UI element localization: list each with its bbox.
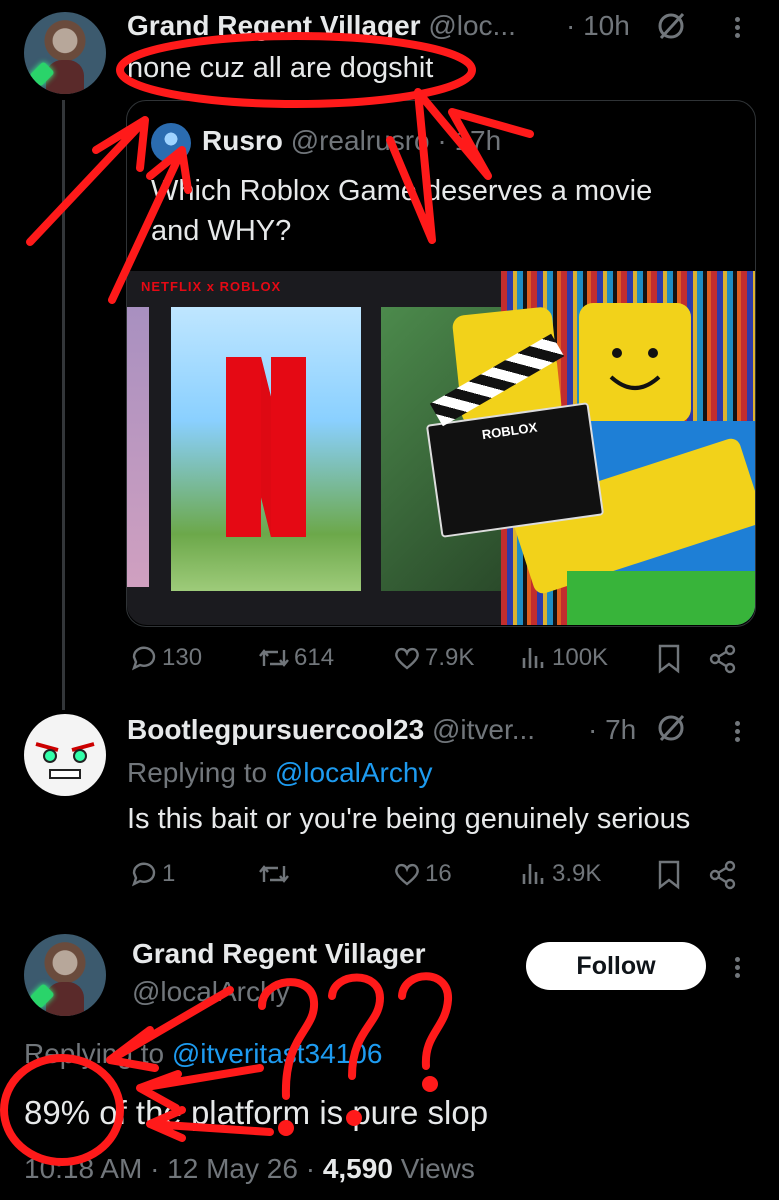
clapperboard: ROBLOX <box>425 402 605 538</box>
views-icon[interactable] <box>520 860 548 888</box>
like-icon[interactable] <box>393 860 421 888</box>
more-icon[interactable] <box>735 14 741 41</box>
views-label: Views <box>400 1153 475 1184</box>
tweet-text: Is this bait or you're being genuinely s… <box>127 803 691 835</box>
tweet-time[interactable]: · 7h <box>588 714 636 746</box>
tweet-time[interactable]: · 17h <box>437 125 501 156</box>
views-count: 4,590 <box>322 1153 393 1184</box>
repost-count[interactable]: 614 <box>294 644 334 672</box>
reply-count[interactable]: 1 <box>162 860 175 888</box>
views-icon[interactable] <box>520 644 548 672</box>
replying-to-link[interactable]: @localArchy <box>275 757 433 788</box>
reply-icon[interactable] <box>130 644 158 672</box>
quote-text-line-1: Which Roblox Game deserves a movie <box>151 175 653 207</box>
reply-count[interactable]: 130 <box>162 644 202 672</box>
follow-button[interactable]: Follow <box>526 942 706 990</box>
replying-label: Replying to <box>24 1038 165 1069</box>
author-handle[interactable]: @loc... <box>428 10 516 41</box>
repost-icon[interactable] <box>258 644 290 672</box>
like-count[interactable]: 16 <box>425 860 452 888</box>
repost-icon[interactable] <box>258 860 290 888</box>
replying-label: Replying to <box>127 757 268 788</box>
more-icon[interactable] <box>735 718 741 745</box>
avatar[interactable] <box>151 123 191 163</box>
annotation-dot-3 <box>422 1076 438 1092</box>
like-count[interactable]: 7.9K <box>425 644 474 672</box>
bookmark-icon[interactable] <box>657 860 681 890</box>
thread-connector <box>62 100 65 710</box>
like-icon[interactable] <box>393 644 421 672</box>
annotation-question-3 <box>398 972 452 1070</box>
poster-netflix <box>171 307 361 591</box>
share-icon[interactable] <box>708 860 738 890</box>
tweet-time[interactable]: · 10h <box>566 10 630 42</box>
netflix-logo <box>226 357 306 537</box>
author-name[interactable]: Grand Regent Villager <box>132 938 426 970</box>
author-handle[interactable]: @localArchy <box>132 976 290 1008</box>
noob-legs <box>567 571 755 625</box>
tweet-timestamp[interactable]: 10:18 AM · 12 May 26 · <box>24 1153 315 1184</box>
more-icon[interactable] <box>735 954 741 981</box>
tweet-text: 89% of the platform is pure slop <box>24 1094 489 1131</box>
views-count[interactable]: 100K <box>552 644 608 672</box>
replying-to-link[interactable]: @itveritast34106 <box>172 1038 383 1069</box>
avatar[interactable] <box>24 714 106 796</box>
reply-icon[interactable] <box>130 860 158 888</box>
author-handle[interactable]: @realrusro <box>291 125 430 156</box>
quote-media-image[interactable]: NETFLIX x ROBLOX ROBLOX <box>127 271 755 625</box>
author-name[interactable]: Grand Regent Villager <box>127 10 421 41</box>
media-banner: NETFLIX x ROBLOX <box>141 279 282 294</box>
author-name[interactable]: Rusro <box>202 125 283 156</box>
tweet-text: none cuz all are dogshit <box>127 52 434 84</box>
noob-head-2 <box>579 303 691 423</box>
bookmark-icon[interactable] <box>657 644 681 674</box>
avatar[interactable] <box>24 12 106 94</box>
author-name[interactable]: Bootlegpursuercool23 <box>127 714 424 745</box>
grok-icon[interactable] <box>655 712 687 744</box>
quoted-tweet[interactable]: Rusro @realrusro · 17h Which Roblox Game… <box>126 100 756 627</box>
author-handle[interactable]: @itver... <box>432 714 535 745</box>
views-count[interactable]: 3.9K <box>552 860 601 888</box>
share-icon[interactable] <box>708 644 738 674</box>
poster-left <box>127 307 149 587</box>
avatar[interactable] <box>24 934 106 1016</box>
quote-text-line-2: and WHY? <box>151 215 292 247</box>
grok-icon[interactable] <box>655 10 687 42</box>
